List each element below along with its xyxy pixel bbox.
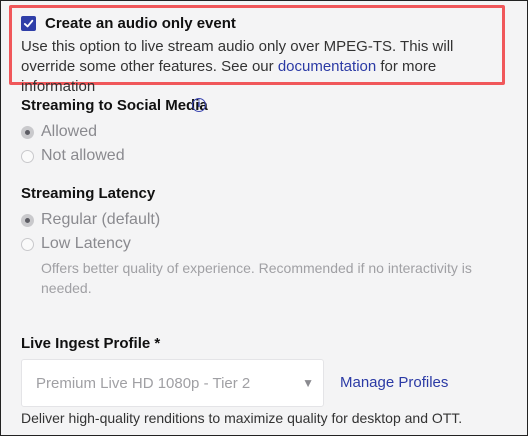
radio-not-allowed-label: Not allowed (41, 147, 125, 164)
radio-regular[interactable]: Regular (default) (21, 211, 160, 229)
audio-only-description: Use this option to live stream audio onl… (21, 37, 491, 97)
radio-button-selected[interactable] (21, 125, 34, 139)
radio-button-selected[interactable] (21, 213, 34, 227)
radio-not-allowed[interactable]: Not allowed (21, 147, 125, 165)
low-latency-hint: Offers better quality of experience. Rec… (41, 260, 472, 296)
social-media-label: Streaming to Social Media (21, 97, 208, 114)
ingest-profile-value: Premium Live HD 1080p - Tier 2 (36, 374, 251, 392)
ingest-profile-select[interactable]: Premium Live HD 1080p - Tier 2 ▼ (21, 359, 324, 407)
audio-only-checkbox[interactable] (21, 16, 36, 31)
documentation-link[interactable]: documentation (278, 58, 376, 75)
checkmark-icon (23, 19, 34, 28)
radio-button[interactable] (21, 149, 34, 163)
audio-only-checkbox-row[interactable]: Create an audio only event (21, 15, 236, 32)
radio-low-latency-label: Low Latency (41, 235, 131, 252)
settings-panel: Create an audio only event Use this opti… (0, 0, 528, 436)
radio-allowed[interactable]: Allowed (21, 123, 97, 141)
radio-allowed-label: Allowed (41, 123, 98, 140)
manage-profiles-link[interactable]: Manage Profiles (340, 374, 448, 391)
audio-only-title: Create an audio only event (45, 15, 236, 32)
info-icon[interactable]: i (192, 98, 206, 112)
radio-low-latency[interactable]: Low Latency (21, 235, 131, 253)
ingest-profile-description: Deliver high-quality renditions to maxim… (21, 410, 463, 426)
radio-regular-label: Regular (default) (41, 211, 161, 228)
caret-down-icon: ▼ (302, 376, 314, 390)
ingest-profile-label: Live Ingest Profile * (21, 335, 161, 352)
latency-label: Streaming Latency (21, 185, 156, 202)
radio-button[interactable] (21, 237, 34, 251)
